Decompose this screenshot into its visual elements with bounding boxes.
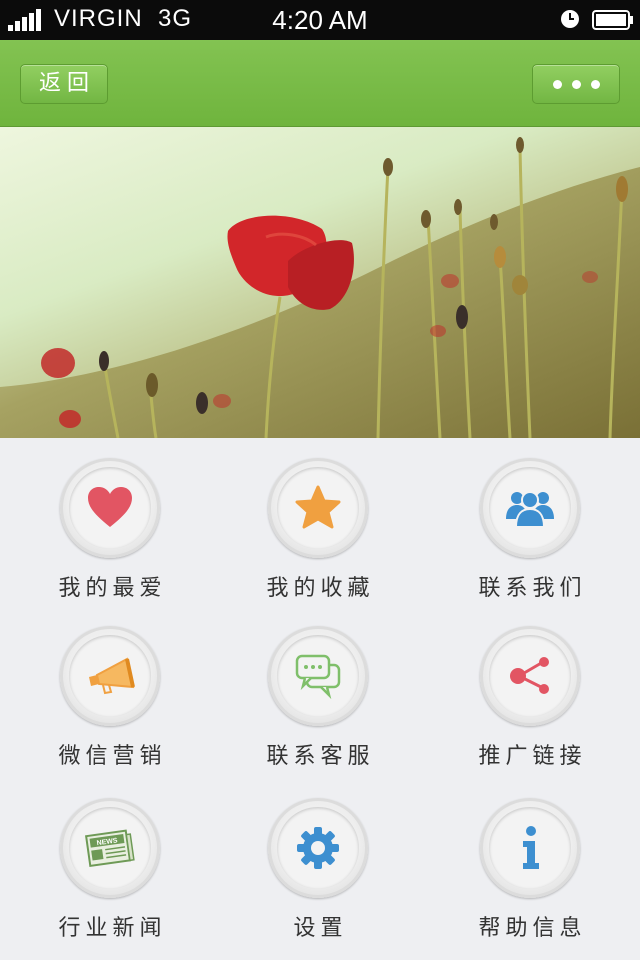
gear-icon	[297, 827, 339, 869]
menu-item-label: 行业新闻	[58, 916, 167, 941]
menu-item-label: 微信营销	[58, 744, 167, 769]
status-bar: VIRGIN 3G 4:20 AM	[0, 0, 640, 40]
icon-circle	[268, 626, 368, 726]
star-icon	[295, 485, 341, 529]
icon-circle	[480, 626, 580, 726]
icon-circle: NEWS	[60, 798, 160, 898]
icon-circle	[60, 458, 160, 558]
menu-item-label: 联系我们	[478, 576, 587, 601]
battery-icon	[592, 10, 633, 30]
dot-icon	[571, 79, 581, 89]
megaphone-icon	[89, 657, 135, 695]
banner-image	[0, 127, 640, 438]
newspaper-icon: NEWS	[85, 829, 135, 868]
menu-item-label: 帮助信息	[478, 916, 587, 941]
menu-item-label: 我的最爱	[58, 576, 167, 601]
chat-icon	[295, 654, 341, 700]
menu-item-label: 设置	[293, 916, 348, 941]
icon-circle	[480, 798, 580, 898]
info-icon	[523, 826, 539, 869]
alarm-clock-icon	[561, 10, 579, 28]
icon-circle	[268, 798, 368, 898]
share-icon	[510, 657, 549, 694]
icon-circle	[268, 458, 368, 558]
dot-icon	[590, 79, 600, 89]
poppy-field-illustration	[0, 137, 640, 438]
menu-item-label: 推广链接	[478, 744, 587, 769]
dot-icon	[552, 79, 562, 89]
menu-item-label: 联系客服	[266, 744, 375, 769]
back-button[interactable]: 返回	[20, 64, 108, 104]
menu-grid: 我的最爱 我的收藏 联系我们 微信营销 联系客服 推广链接 NEWS 行业新闻 …	[0, 438, 640, 960]
icon-circle	[60, 626, 160, 726]
status-time: 4:20 AM	[272, 5, 368, 35]
navigation-bar: 返回	[0, 40, 640, 127]
heart-icon	[88, 487, 132, 527]
menu-item-label: 我的收藏	[266, 576, 375, 601]
icon-circle	[480, 458, 580, 558]
people-icon	[506, 491, 554, 528]
more-options-button[interactable]	[532, 64, 620, 104]
